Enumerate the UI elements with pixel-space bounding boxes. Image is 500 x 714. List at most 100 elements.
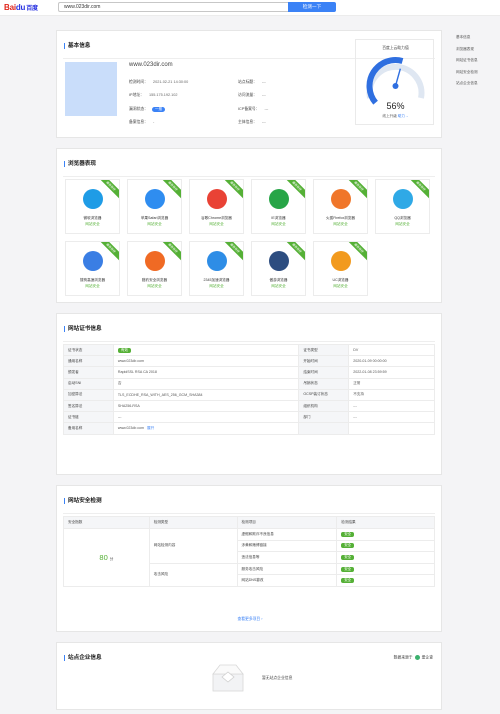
browser-card[interactable]: 兼容良好 搜狗高速浏览器 网站安全 (65, 241, 120, 296)
cert-row: 签名算法 SHA256-RSA 组织机构 --- (63, 399, 435, 413)
browsers-title: 浏览器表现 (64, 161, 96, 167)
divider (63, 176, 435, 177)
cert-key: 启动SNI (63, 377, 114, 390)
expand-link[interactable]: 展开 (147, 426, 154, 430)
browser-status: 网站安全 (333, 284, 348, 288)
security-title: 网站安全检测 (64, 498, 102, 504)
source-prefix: 数据来源于 (393, 655, 413, 660)
browser-card[interactable]: 兼容良好 猎豹安全浏览器 网站安全 (127, 241, 182, 296)
check-result-cell: 安全 (336, 528, 435, 541)
aiqicha-icon (414, 655, 420, 660)
check-item: 违法信息等 (236, 551, 338, 564)
field-traffic: 访问流量： --- (238, 93, 266, 98)
check-button[interactable]: 检测一下 (288, 2, 336, 12)
security-score-cell: 80 分 (63, 528, 150, 587)
check-item: 涉黄和赌博链接 (236, 539, 338, 553)
status-badge: 安全 (341, 578, 355, 584)
browser-name: 搜狗高速浏览器 (79, 278, 106, 282)
cert-value-cell: www.023dir.com (112, 355, 300, 368)
cert-value: --- (117, 415, 122, 420)
browser-status: 网站安全 (271, 222, 286, 226)
source-name[interactable]: 爱企查 (422, 656, 433, 660)
check-item: 虚假和欺诈不良信息 (236, 528, 338, 541)
browser-name: 苹果Safari浏览器 (140, 216, 169, 220)
search-input[interactable]: www.023dir.com (58, 2, 288, 12)
cert-value-cell: www.023dir.com 展开 (112, 422, 300, 435)
cert-key: 证书链 (63, 411, 114, 424)
site-domain: www.023dir.com (129, 62, 173, 68)
browser-status: 网站安全 (147, 222, 162, 226)
browser-name: 火狐Firefox浏览器 (326, 216, 355, 220)
check-type: 攻击风险 (148, 562, 238, 587)
browser-card[interactable]: 兼容良好 谷歌Chrome浏览器 网站安全 (189, 179, 244, 234)
browser-card[interactable]: 兼容良好 UC浏览器 网站安全 (313, 241, 368, 296)
field-value: --- (264, 107, 269, 111)
cert-value: RapidSSL RSA CA 2018 (117, 370, 157, 375)
browser-status: 网站安全 (209, 284, 224, 288)
sidenav-item-browsers[interactable]: 浏览器表现 (456, 44, 500, 56)
status-badge: 安全 (341, 554, 355, 560)
browser-status: 网站安全 (395, 222, 410, 226)
cert-value: 不支持 (348, 388, 435, 401)
browser-status: 网站安全 (147, 284, 162, 288)
logo-text-bai: Bai (4, 3, 16, 12)
sidenav-item-security[interactable]: 网站安全检测 (456, 67, 500, 79)
sidenav-item-enterprise[interactable]: 站点企业信息 (456, 78, 500, 90)
gauge-needle (394, 68, 402, 87)
cert-key: 通用名称 (63, 355, 114, 368)
cert-value (348, 422, 435, 435)
cert-key: 结束时间 (298, 366, 350, 379)
cert-key: 证书类型 (298, 343, 350, 357)
more-items-link[interactable]: 查看更多项目 › (57, 617, 443, 622)
cert-key: 组织机构 (298, 399, 350, 413)
browser-card[interactable]: 兼容良好 火狐Firefox浏览器 网站安全 (313, 179, 368, 234)
cert-key: 加密算法 (63, 388, 114, 401)
col-header-item: 检测项目 (236, 516, 338, 529)
field-label: 备案信息： (129, 120, 148, 124)
maxthon-icon (269, 251, 289, 271)
field-value: 2021-02-21 14:30:00 (152, 80, 189, 84)
field-label: 访问流量： (238, 93, 257, 97)
browser-card[interactable]: 兼容良好 微软浏览器 网站安全 (65, 179, 120, 234)
field-label: ICP备案号： (238, 107, 260, 111)
cert-row: 加密算法 TLS_ECDHE_RSA_WITH_AES_256_GCM_SHA38… (63, 388, 435, 401)
field-vuln-status: 漏洞状态： 一般 (129, 107, 166, 112)
boost-link[interactable]: 助力→ (398, 114, 409, 118)
browser-card[interactable]: 兼容良好 IE浏览器 网站安全 (251, 179, 306, 234)
browser-card[interactable]: 兼容良好 2345加速浏览器 网站安全 (189, 241, 244, 296)
chrome-icon (207, 189, 227, 209)
cert-value: 2022-01-08 23:59:59 (348, 366, 435, 379)
browser-card[interactable]: 兼容良好 傲游浏览器 网站安全 (251, 241, 306, 296)
field-site-title: 站点标题： --- (238, 80, 266, 85)
baidu-logo[interactable]: Baidu百度 (4, 3, 38, 12)
cert-value: --- (348, 399, 435, 413)
browser-name: 谷歌Chrome浏览器 (201, 216, 232, 220)
browser-name: 微软浏览器 (83, 216, 102, 220)
enterprise-card: 站点企业信息 数据来源于 爱企查 暂无站点企业信息 (56, 642, 442, 710)
cert-value: www.023dir.com (117, 425, 145, 430)
check-result-cell: 安全 (336, 539, 435, 553)
field-check-time: 检测时间： 2021-02-21 14:30:00 (129, 80, 188, 85)
cert-value-cell: --- (112, 411, 300, 424)
sidenav-item-basic[interactable]: 基本信息 (456, 32, 500, 44)
security-score: 80 (99, 552, 108, 562)
browser-card[interactable]: 兼容良好 苹果Safari浏览器 网站安全 (127, 179, 182, 234)
field-label: 漏洞状态： (129, 107, 148, 111)
check-result-cell: 安全 (336, 551, 435, 564)
field-icp-info: 备案信息： - (129, 120, 154, 125)
cert-value: 2020-01-09 00:00:00 (348, 355, 435, 368)
col-header-result: 检测结果 (336, 516, 435, 529)
top-bar: Baidu百度 www.023dir.com 检测一下 (0, 0, 500, 16)
table-row: 80 分网站检测内容 虚假和欺诈不良信息 安全 (63, 528, 435, 587)
site-thumbnail (65, 62, 117, 116)
browser-card[interactable]: 兼容良好 QQ浏览器 网站安全 (375, 179, 430, 234)
status-badge: 安全 (341, 531, 355, 537)
gauge-percent: 56% (386, 101, 405, 111)
sidenav-item-cert[interactable]: 网站证书信息 (456, 55, 500, 67)
field-entity: 主体信息： --- (238, 120, 266, 125)
cert-key: 签名算法 (63, 399, 114, 413)
field-label: 检测时间： (129, 80, 148, 84)
browser-status: 网站安全 (271, 284, 286, 288)
cert-value: SHA256-RSA (117, 404, 140, 409)
browser-name: 傲游浏览器 (269, 278, 288, 282)
